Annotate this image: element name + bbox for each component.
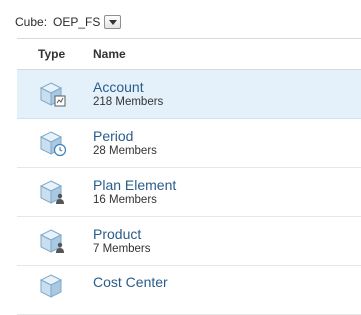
member-count: 218 Members xyxy=(93,96,164,108)
cube-label: Cube: xyxy=(15,15,48,29)
column-header-type[interactable]: Type xyxy=(17,47,93,61)
name-cell: Account 218 Members xyxy=(93,79,163,109)
type-cell xyxy=(17,119,93,168)
type-cell xyxy=(17,168,93,217)
table-header: Type Name xyxy=(17,38,361,70)
chevron-down-icon xyxy=(108,19,117,25)
name-cell: Period 28 Members xyxy=(93,128,157,158)
dimension-name-link[interactable]: Product xyxy=(93,226,151,242)
type-cell xyxy=(17,217,93,266)
dimension-account-icon xyxy=(39,81,66,106)
table-row[interactable]: Cost Center xyxy=(17,266,361,315)
type-cell xyxy=(17,70,93,119)
cube-dropdown-button[interactable] xyxy=(104,15,122,29)
dimension-time-icon xyxy=(39,130,67,156)
cube-selector: Cube: OEP_FS xyxy=(15,12,122,32)
member-count: 28 Members xyxy=(93,145,157,157)
dimension-generic-icon xyxy=(39,274,63,298)
table-row[interactable]: Plan Element 16 Members xyxy=(17,168,361,217)
dimension-name-link[interactable]: Plan Element xyxy=(93,177,176,193)
name-cell: Product 7 Members xyxy=(93,226,151,256)
type-cell xyxy=(17,266,93,315)
cube-value[interactable]: OEP_FS xyxy=(53,15,100,29)
dimension-generic-icon xyxy=(39,228,64,253)
table-row[interactable]: Product 7 Members xyxy=(17,217,361,266)
member-count: 7 Members xyxy=(93,243,151,255)
member-count: 16 Members xyxy=(93,194,157,206)
dimension-name-link[interactable]: Period xyxy=(93,128,157,144)
dimension-generic-icon xyxy=(39,179,64,204)
dimension-table: Type Name Account 218 Members Period 28 … xyxy=(17,38,361,315)
table-row[interactable]: Account 218 Members xyxy=(17,70,361,119)
name-cell: Cost Center xyxy=(93,266,168,290)
column-header-name[interactable]: Name xyxy=(93,47,126,61)
name-cell: Plan Element 16 Members xyxy=(93,177,176,207)
table-row[interactable]: Period 28 Members xyxy=(17,119,361,168)
dimension-name-link[interactable]: Cost Center xyxy=(93,274,168,290)
dimension-name-link[interactable]: Account xyxy=(93,79,163,95)
